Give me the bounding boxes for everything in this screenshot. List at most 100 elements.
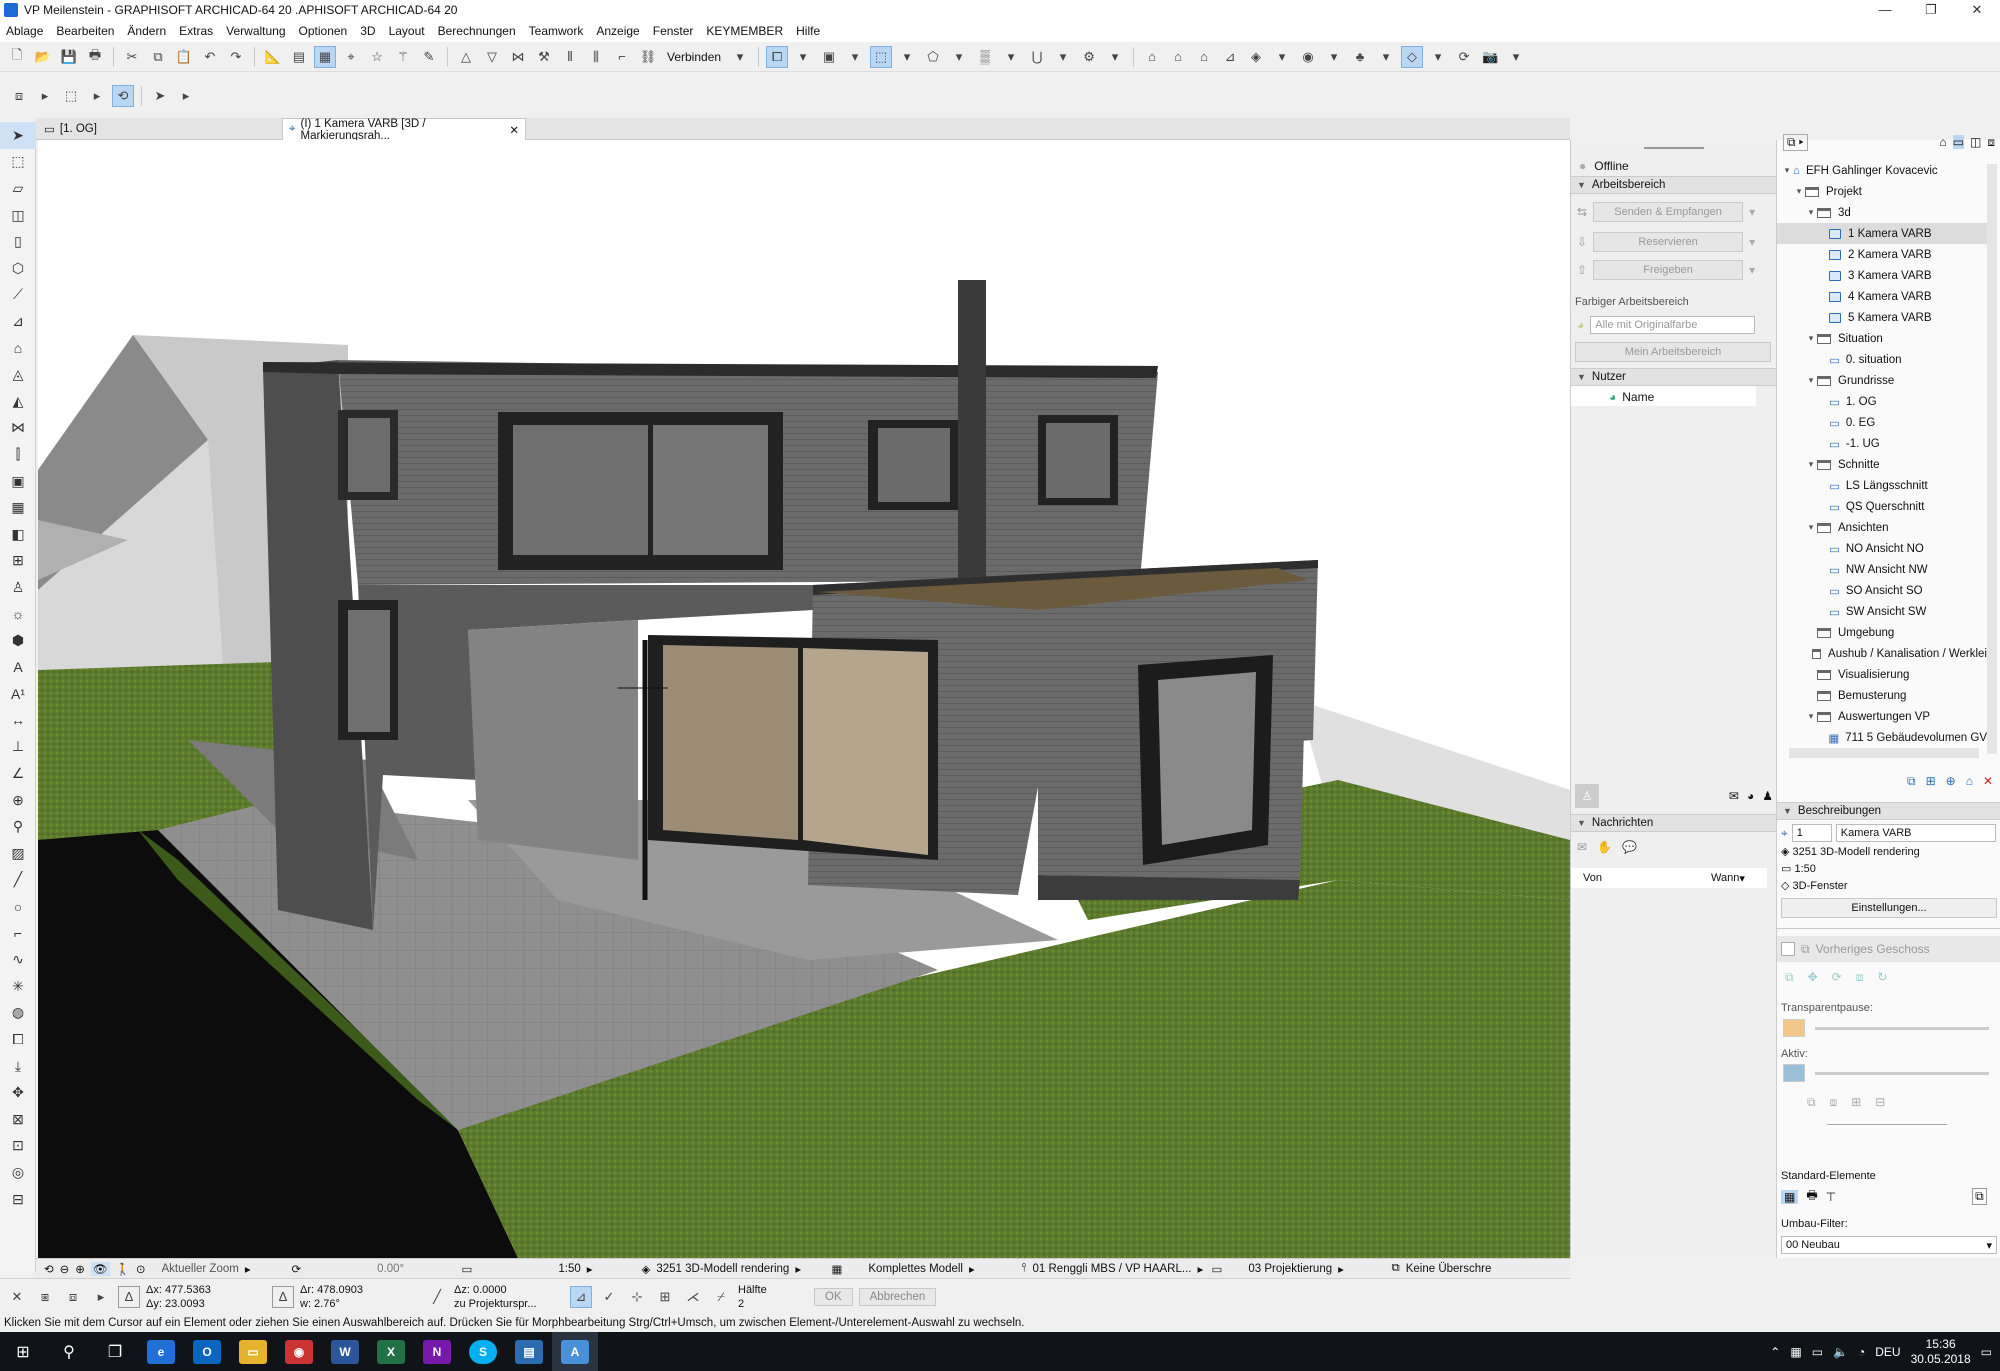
publisher-icon[interactable]: ⧈ <box>1987 135 1995 150</box>
tree-scrollbar[interactable] <box>1987 164 1997 754</box>
tree-item[interactable]: ▾ ⌂ EFH Gahlinger Kovacevic <box>1777 160 1987 181</box>
trace-overlay-icon[interactable]: ⊞ <box>1851 1095 1861 1110</box>
text-tool-icon[interactable]: A <box>0 654 36 681</box>
morph-icon[interactable]: ⚙ <box>1078 46 1100 68</box>
chevron-right-icon[interactable]: ▸ <box>90 1286 112 1308</box>
clock[interactable]: 15:36 30.05.2018 <box>1911 1337 1971 1367</box>
arrow-tool-icon[interactable]: ➤ <box>149 85 171 107</box>
request-icon[interactable]: ✋ <box>1597 840 1612 854</box>
network-icon[interactable]: ▦ <box>1790 1345 1801 1359</box>
layer-combination-dropdown[interactable]: ◈ 3251 3D-Modell rendering ▸ <box>634 1259 824 1279</box>
intersect-icon[interactable]: ⌐ <box>611 46 633 68</box>
chevron-down-icon[interactable]: ▾ <box>1805 375 1817 386</box>
check-icon[interactable]: ✓ <box>598 1286 620 1308</box>
zone-tool-icon[interactable]: ◧ <box>0 521 36 548</box>
drawing-tool-icon[interactable]: ⊟ <box>0 1186 36 1213</box>
chevron-down-icon[interactable]: ▾ <box>1505 46 1527 68</box>
tree-item[interactable]: 3 Kamera VARB <box>1777 265 1987 286</box>
eye-icon[interactable]: ◉ <box>1297 46 1319 68</box>
menu-extras[interactable]: Extras <box>179 24 213 38</box>
rotate-view-icon[interactable]: ⟲ <box>112 85 134 107</box>
when-column-label[interactable]: Wann <box>1711 872 1739 884</box>
chevron-down-icon[interactable]: ▾ <box>948 46 970 68</box>
tree-item[interactable]: 2 Kamera VARB <box>1777 244 1987 265</box>
change-tool-icon[interactable]: ◎ <box>0 1159 36 1186</box>
chat-icon[interactable]: 💬 <box>1622 840 1637 854</box>
standard-print-icon[interactable]: 🖶 <box>1806 1186 1817 1207</box>
chevron-down-icon[interactable]: ▾ <box>1749 235 1755 249</box>
tree-item[interactable]: Umgebung <box>1777 622 1987 643</box>
trace-icon[interactable]: ⧉ <box>1785 970 1794 985</box>
raise-icon[interactable]: △ <box>455 46 477 68</box>
ok-button[interactable]: OK <box>814 1287 853 1306</box>
z-coordinate[interactable]: Δz: 0.0000 zu Projekturspr... <box>454 1283 564 1311</box>
wifi-icon[interactable]: ◔ <box>1858 1345 1865 1359</box>
tree-item[interactable]: 5 Kamera VARB <box>1777 307 1987 328</box>
tree-item[interactable]: ▾ Situation <box>1777 328 1987 349</box>
snap-icon[interactable]: ⊿ <box>570 1285 592 1308</box>
tree-item[interactable]: ▭ SO Ansicht SO <box>1777 580 1987 601</box>
reserve-button[interactable]: Reservieren <box>1593 232 1744 252</box>
chevron-down-icon[interactable]: ▾ <box>1805 522 1817 533</box>
chevron-down-icon[interactable]: ▾ <box>1104 46 1126 68</box>
spline-tool-icon[interactable]: ∿ <box>0 946 36 973</box>
transparency-slider[interactable] <box>1783 1019 1989 1037</box>
project-map-icon[interactable]: ⌂ <box>1939 135 1946 149</box>
house-section-icon[interactable]: ⌂ <box>1193 46 1215 68</box>
star-icon[interactable]: ☆ <box>366 46 388 68</box>
task-view-icon[interactable]: ❐ <box>92 1332 138 1371</box>
menu-bearbeiten[interactable]: Bearbeiten <box>56 24 114 38</box>
polyline-tool-icon[interactable]: ⌐ <box>0 920 36 947</box>
connect-icon[interactable]: ⛓ <box>637 46 659 68</box>
object-tool-icon[interactable]: ▣ <box>0 468 36 495</box>
chevron-down-icon[interactable]: ▾ <box>1805 711 1817 722</box>
magic-wand-icon[interactable]: ⚚ <box>392 46 414 68</box>
active-slider[interactable] <box>1783 1064 1989 1082</box>
menu-ablage[interactable]: Ablage <box>6 24 43 38</box>
pen-set-dropdown[interactable]: ⫯ 01 Renggli MBS / VP HAARL... ▸ <box>1014 1259 1204 1279</box>
half-snap-dropdown[interactable]: Hälfte 2 <box>738 1283 808 1311</box>
mesh-tool-icon[interactable]: ⋈ <box>0 415 36 442</box>
name-field[interactable]: Kamera VARB <box>1835 824 1996 842</box>
house-roof-icon[interactable]: ⌂ <box>1167 46 1189 68</box>
search-icon[interactable]: ⚲ <box>46 1332 92 1371</box>
mirror-icon[interactable]: ⧈ <box>1856 970 1864 985</box>
word-icon[interactable]: W <box>322 1332 368 1371</box>
chevron-down-icon[interactable]: ▾ <box>1427 46 1449 68</box>
chevron-down-icon[interactable]: ▾ <box>844 46 866 68</box>
tree-item[interactable]: ▾ Schnitte <box>1777 454 1987 475</box>
half-snap-icon[interactable]: ⌿ <box>710 1286 732 1308</box>
angle-dimension-tool-icon[interactable]: ∠ <box>0 760 36 787</box>
shape-icon[interactable]: ⬠ <box>922 46 944 68</box>
maximize-button[interactable]: ❐ <box>1908 2 1954 18</box>
house-icon[interactable]: ⌂ <box>1141 46 1163 68</box>
window-tool-icon[interactable]: ⊞ <box>0 548 36 575</box>
paste-icon[interactable]: 📋 <box>173 46 195 68</box>
notifications-icon[interactable]: ▭ <box>1981 1345 1992 1359</box>
xy-coordinates[interactable]: Δx: 477.5363 Δy: 23.0093 <box>146 1283 266 1311</box>
renovation-filter-dropdown[interactable]: 00 Neubau ▾ <box>1781 1236 1997 1254</box>
chevron-down-icon[interactable]: ▾ <box>792 46 814 68</box>
chevron-right-icon[interactable]: ▸ <box>34 85 56 107</box>
explore-icon[interactable]: 🚶 <box>116 1262 130 1276</box>
workspace-section-header[interactable]: ▼ Arbeitsbereich <box>1571 176 1776 194</box>
orbit-icon[interactable]: 👁 <box>90 1261 110 1276</box>
lower-icon[interactable]: ▽ <box>481 46 503 68</box>
cut-icon[interactable]: ✂ <box>121 46 143 68</box>
messages-section-header[interactable]: ▼ Nachrichten <box>1571 814 1777 832</box>
tree-item[interactable]: ▭ 0. EG <box>1777 412 1987 433</box>
menu-keymember[interactable]: KEYMEMBER <box>706 24 783 38</box>
outlook-icon[interactable]: O <box>184 1332 230 1371</box>
dimension-dropdown[interactable]: ▭ 03 Projektierung ▸ <box>1204 1259 1384 1279</box>
menu-3d[interactable]: 3D <box>360 24 375 38</box>
minimize-button[interactable]: — <box>1862 2 1908 18</box>
menu-fenster[interactable]: Fenster <box>653 24 694 38</box>
cancel-button[interactable]: Abbrechen <box>858 1287 937 1306</box>
new-folder-icon[interactable]: ⌂ <box>1966 774 1973 788</box>
distribute-icon[interactable]: ⫼ <box>585 46 607 68</box>
selection-icon[interactable]: ⧠ <box>766 45 789 68</box>
menu-hilfe[interactable]: Hilfe <box>796 24 820 38</box>
chevron-right-icon[interactable]: ▸ <box>175 85 197 107</box>
chevron-down-icon[interactable]: ▾ <box>1805 459 1817 470</box>
angle-field[interactable]: ⟳ 0.00° <box>284 1259 454 1279</box>
